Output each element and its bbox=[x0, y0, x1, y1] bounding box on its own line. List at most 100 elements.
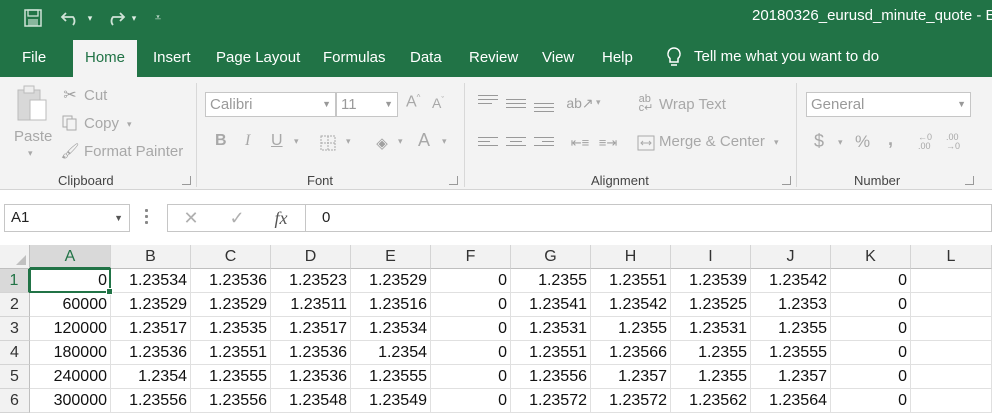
align-center-icon[interactable] bbox=[506, 137, 526, 149]
paste-icon[interactable] bbox=[12, 83, 52, 125]
cell-g1[interactable]: 1.2355 bbox=[511, 269, 591, 293]
cell-d3[interactable]: 1.23517 bbox=[271, 317, 351, 341]
row-header-2[interactable]: 2 bbox=[0, 293, 30, 317]
currency-dropdown-icon[interactable]: ▾ bbox=[838, 137, 843, 148]
cell-g4[interactable]: 1.23551 bbox=[511, 341, 591, 365]
cell-c1[interactable]: 1.23536 bbox=[191, 269, 271, 293]
copy-button[interactable]: Copy bbox=[84, 115, 119, 132]
cell-l4[interactable] bbox=[911, 341, 992, 365]
cell-f6[interactable]: 0 bbox=[431, 389, 511, 413]
cell-d2[interactable]: 1.23511 bbox=[271, 293, 351, 317]
cell-f1[interactable]: 0 bbox=[431, 269, 511, 293]
enter-icon[interactable]: ✓ bbox=[222, 205, 252, 231]
increase-indent-icon[interactable]: ≡⇥ bbox=[597, 133, 619, 153]
font-color-dropdown-icon[interactable]: ▾ bbox=[442, 136, 447, 147]
clipboard-launcher-icon[interactable] bbox=[182, 176, 191, 185]
cell-b5[interactable]: 1.2354 bbox=[111, 365, 191, 389]
increase-font-size-button[interactable]: A^ bbox=[406, 93, 420, 111]
customize-quick-access-icon[interactable]: ⩡ bbox=[150, 0, 166, 36]
paste-button[interactable]: Paste bbox=[14, 128, 52, 145]
cell-h1[interactable]: 1.23551 bbox=[591, 269, 671, 293]
row-header-4[interactable]: 4 bbox=[0, 341, 30, 365]
cell-a5[interactable]: 240000 bbox=[30, 365, 111, 389]
currency-button[interactable]: $ bbox=[814, 131, 824, 152]
cell-e1[interactable]: 1.23529 bbox=[351, 269, 431, 293]
cell-f3[interactable]: 0 bbox=[431, 317, 511, 341]
align-right-icon[interactable] bbox=[534, 137, 554, 149]
cell-i6[interactable]: 1.23562 bbox=[671, 389, 751, 413]
middle-align-icon[interactable] bbox=[506, 99, 526, 111]
formula-input[interactable]: 0 bbox=[305, 204, 992, 232]
cell-k3[interactable]: 0 bbox=[831, 317, 911, 341]
merge-center-button[interactable]: Merge & Center bbox=[659, 133, 765, 150]
font-size-select[interactable]: 11 ▼ bbox=[336, 92, 398, 117]
name-box[interactable]: A1 ▼ bbox=[4, 204, 130, 232]
column-header-b[interactable]: B bbox=[111, 245, 191, 269]
cell-f5[interactable]: 0 bbox=[431, 365, 511, 389]
redo-icon[interactable] bbox=[102, 0, 128, 36]
paste-dropdown-icon[interactable]: ▾ bbox=[28, 148, 33, 159]
cell-e6[interactable]: 1.23549 bbox=[351, 389, 431, 413]
cell-e3[interactable]: 1.23534 bbox=[351, 317, 431, 341]
decrease-indent-icon[interactable]: ⇤≡ bbox=[569, 133, 591, 153]
tab-insert[interactable]: Insert bbox=[153, 36, 191, 77]
cell-l5[interactable] bbox=[911, 365, 992, 389]
cell-i3[interactable]: 1.23531 bbox=[671, 317, 751, 341]
cell-i2[interactable]: 1.23525 bbox=[671, 293, 751, 317]
cell-e5[interactable]: 1.23555 bbox=[351, 365, 431, 389]
cell-k1[interactable]: 0 bbox=[831, 269, 911, 293]
column-header-a[interactable]: A bbox=[30, 245, 111, 269]
tab-formulas[interactable]: Formulas bbox=[323, 36, 386, 77]
cell-j3[interactable]: 1.2355 bbox=[751, 317, 831, 341]
cell-i4[interactable]: 1.2355 bbox=[671, 341, 751, 365]
cell-c4[interactable]: 1.23551 bbox=[191, 341, 271, 365]
cell-d6[interactable]: 1.23548 bbox=[271, 389, 351, 413]
number-launcher-icon[interactable] bbox=[965, 176, 974, 185]
font-launcher-icon[interactable] bbox=[449, 176, 458, 185]
font-name-select[interactable]: Calibri ▼ bbox=[205, 92, 336, 117]
font-color-button[interactable]: A bbox=[418, 130, 430, 151]
cell-l2[interactable] bbox=[911, 293, 992, 317]
cell-k2[interactable]: 0 bbox=[831, 293, 911, 317]
row-header-3[interactable]: 3 bbox=[0, 317, 30, 341]
number-format-select[interactable]: General ▼ bbox=[806, 92, 971, 117]
column-header-l[interactable]: L bbox=[911, 245, 992, 269]
cell-c6[interactable]: 1.23556 bbox=[191, 389, 271, 413]
row-header-1[interactable]: 1 bbox=[0, 269, 30, 293]
select-all-button[interactable] bbox=[0, 245, 30, 269]
bold-button[interactable]: B bbox=[215, 132, 227, 150]
cell-h6[interactable]: 1.23572 bbox=[591, 389, 671, 413]
cell-i5[interactable]: 1.2355 bbox=[671, 365, 751, 389]
drag-handle-icon[interactable] bbox=[145, 209, 148, 227]
cell-a2[interactable]: 60000 bbox=[30, 293, 111, 317]
cell-j5[interactable]: 1.2357 bbox=[751, 365, 831, 389]
cell-h4[interactable]: 1.23566 bbox=[591, 341, 671, 365]
italic-button[interactable]: I bbox=[245, 132, 250, 150]
fill-color-dropdown-icon[interactable]: ▾ bbox=[398, 136, 403, 147]
fill-color-icon[interactable]: ◈ bbox=[372, 133, 392, 153]
tab-review[interactable]: Review bbox=[469, 36, 518, 77]
cell-d5[interactable]: 1.23536 bbox=[271, 365, 351, 389]
cell-g3[interactable]: 1.23531 bbox=[511, 317, 591, 341]
tab-help[interactable]: Help bbox=[602, 36, 633, 77]
cell-h5[interactable]: 1.2357 bbox=[591, 365, 671, 389]
underline-button[interactable]: U bbox=[271, 132, 283, 150]
column-header-k[interactable]: K bbox=[831, 245, 911, 269]
orientation-dropdown-icon[interactable]: ▾ bbox=[596, 97, 601, 108]
column-header-g[interactable]: G bbox=[511, 245, 591, 269]
cell-b4[interactable]: 1.23536 bbox=[111, 341, 191, 365]
column-header-c[interactable]: C bbox=[191, 245, 271, 269]
borders-dropdown-icon[interactable]: ▾ bbox=[346, 136, 351, 147]
cell-b3[interactable]: 1.23517 bbox=[111, 317, 191, 341]
cell-g5[interactable]: 1.23556 bbox=[511, 365, 591, 389]
cell-g2[interactable]: 1.23541 bbox=[511, 293, 591, 317]
cell-a1[interactable]: 0 bbox=[30, 269, 111, 293]
cell-b1[interactable]: 1.23534 bbox=[111, 269, 191, 293]
save-icon[interactable] bbox=[22, 0, 44, 36]
column-header-d[interactable]: D bbox=[271, 245, 351, 269]
cancel-icon[interactable]: ✕ bbox=[176, 205, 206, 231]
row-header-6[interactable]: 6 bbox=[0, 389, 30, 413]
cell-j1[interactable]: 1.23542 bbox=[751, 269, 831, 293]
cell-k4[interactable]: 0 bbox=[831, 341, 911, 365]
redo-dropdown-icon[interactable]: ▾ bbox=[128, 0, 140, 36]
